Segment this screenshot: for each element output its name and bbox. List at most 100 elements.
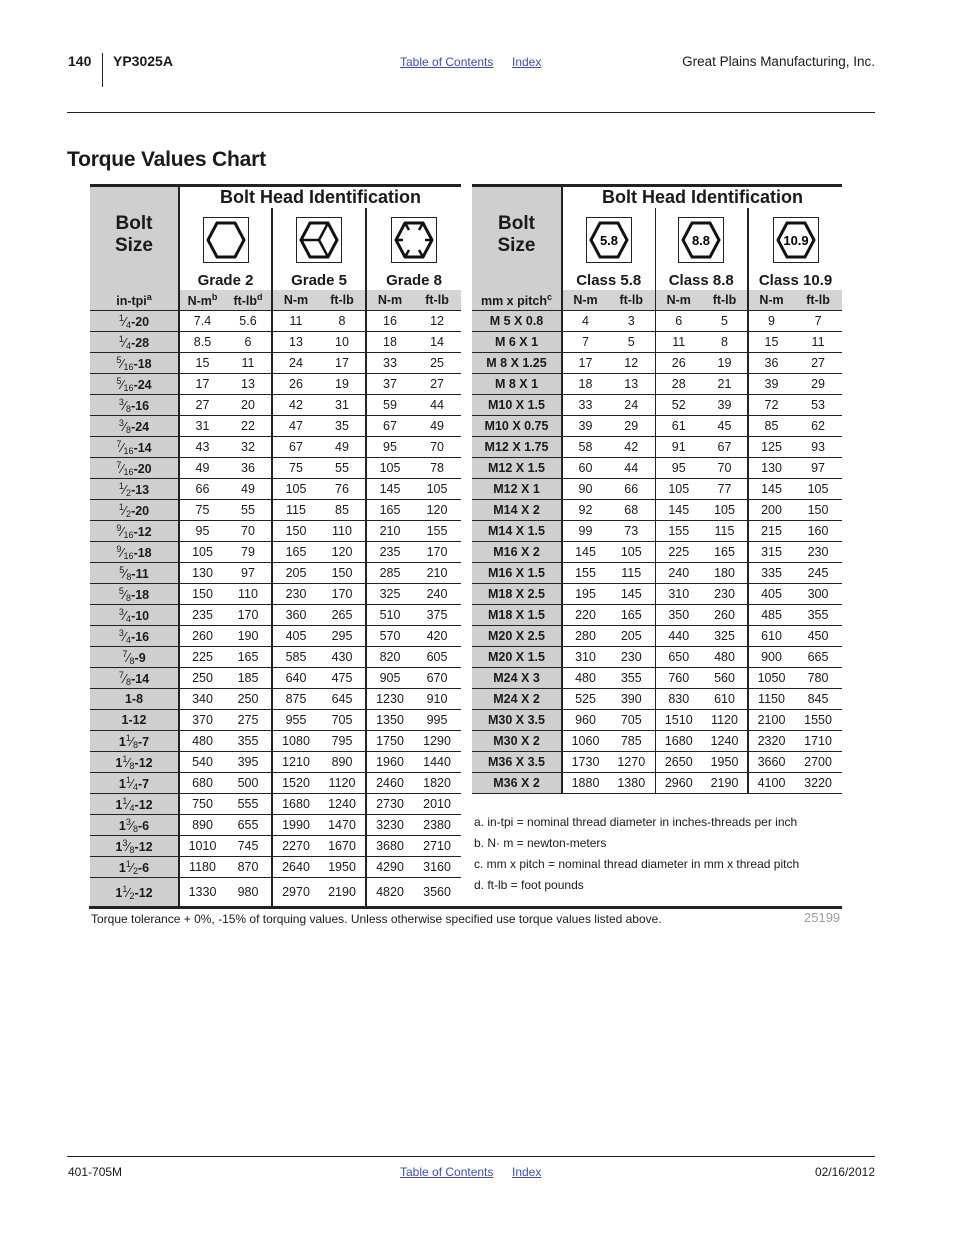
bolt-size-cell: 1⁄2-13 — [90, 478, 180, 500]
torque-value: 510 — [365, 604, 413, 626]
torque-value: 18 — [562, 373, 608, 395]
torque-value: 480 — [179, 730, 225, 752]
table-row: 9⁄16-12 95 70 150 110 210 155 — [90, 520, 462, 542]
torque-value: 2190 — [702, 772, 748, 794]
table-row: M12 X 1.75 58 42 91 67 125 93 — [472, 436, 843, 458]
table-row: 1⁄4-28 8.5 6 13 10 18 14 — [90, 331, 462, 353]
torque-value: 560 — [702, 667, 748, 689]
torque-value: 8 — [319, 310, 366, 332]
torque-value: 890 — [179, 814, 225, 836]
index-link[interactable]: Index — [512, 55, 541, 69]
table-row: M14 X 1.5 99 73 155 115 215 160 — [472, 520, 843, 542]
torque-value: 355 — [608, 667, 655, 689]
bolt-size-cell: 3⁄8-16 — [90, 394, 180, 416]
table-row: 5⁄16-24 17 13 26 19 37 27 — [90, 373, 462, 395]
bolt-label: Bolt — [498, 213, 535, 234]
bolt-size-cell: M24 X 3 — [472, 667, 563, 689]
size-tpi: -28 — [131, 335, 150, 350]
table-row: M24 X 2 525 390 830 610 1150 845 — [472, 688, 843, 710]
torque-value: 205 — [271, 562, 319, 584]
table-row: 3⁄4-16 260 190 405 295 570 420 — [90, 625, 462, 647]
table-row: M12 X 1.5 60 44 95 70 130 97 — [472, 457, 843, 479]
unit-header: ft-lb — [794, 290, 843, 311]
torque-value: 73 — [608, 520, 655, 542]
torque-value: 7 — [794, 310, 843, 332]
bolt-size-cell: M 8 X 1 — [472, 373, 563, 395]
torque-value: 42 — [608, 436, 655, 458]
size-tpi: -8 — [131, 692, 144, 706]
torque-value: 390 — [608, 688, 655, 710]
torque-value: 180 — [702, 562, 748, 584]
torque-value: 185 — [225, 667, 272, 689]
torque-value: 585 — [271, 646, 319, 668]
torque-value: 15 — [179, 352, 225, 374]
torque-value: 2710 — [413, 835, 462, 857]
torque-value: 705 — [319, 709, 366, 731]
torque-value: 45 — [702, 415, 748, 437]
torque-value: 31 — [319, 394, 366, 416]
footer-table-of-contents-link[interactable]: Table of Contents — [400, 1165, 493, 1179]
torque-value: 325 — [365, 583, 413, 605]
torque-value: 200 — [747, 499, 794, 521]
torque-value: 105 — [271, 478, 319, 500]
table-row: M 8 X 1.25 17 12 26 19 36 27 — [472, 352, 843, 374]
torque-value: 66 — [608, 478, 655, 500]
torque-value: 605 — [413, 646, 462, 668]
torque-value: 49 — [179, 457, 225, 479]
torque-value: 61 — [654, 415, 702, 437]
torque-value: 33 — [562, 394, 608, 416]
unit-header: ft-lb — [319, 290, 366, 311]
torque-value: 62 — [794, 415, 843, 437]
bolt-size-cell: 13⁄8-6 — [90, 814, 180, 836]
torque-value: 295 — [319, 625, 366, 647]
table-row: 5⁄16-18 15 11 24 17 33 25 — [90, 352, 462, 374]
footer-index-link[interactable]: Index — [512, 1165, 541, 1179]
size-tpi: -12 — [128, 713, 147, 727]
torque-value: 105 — [654, 478, 702, 500]
size-whole: 1 — [118, 776, 126, 791]
table-row: M16 X 1.5 155 115 240 180 335 245 — [472, 562, 843, 584]
torque-value: 67 — [271, 436, 319, 458]
torque-value: 4 — [562, 310, 608, 332]
size-tpi: -18 — [133, 356, 152, 371]
class-5-8-label: Class 5.8 — [576, 271, 642, 289]
footnote-b: b. N· m = newton-meters — [474, 836, 607, 850]
bolt-size-cell: 5⁄16-18 — [90, 352, 180, 374]
torque-value: 170 — [413, 541, 462, 563]
torque-value: 170 — [225, 604, 272, 626]
torque-value: 85 — [319, 499, 366, 521]
torque-value: 110 — [225, 583, 272, 605]
class-10-9-icon-cell: 10.9 — [746, 208, 843, 270]
torque-value: 285 — [365, 562, 413, 584]
footnote-ref: b — [211, 292, 218, 302]
torque-value: 5 — [702, 310, 748, 332]
torque-value: 955 — [271, 709, 319, 731]
torque-value: 120 — [319, 541, 366, 563]
torque-value: 53 — [794, 394, 843, 416]
torque-value: 75 — [179, 499, 225, 521]
torque-value: 910 — [413, 688, 462, 710]
footnote-a: a. in-tpi = nominal thread diameter in i… — [474, 815, 798, 829]
size-denominator: 16 — [123, 466, 134, 477]
class-mark: 5.8 — [600, 233, 618, 248]
table-of-contents-link[interactable]: Table of Contents — [400, 55, 493, 69]
torque-value: 19 — [702, 352, 748, 374]
size-whole: 1 — [118, 734, 126, 749]
torque-value: 845 — [794, 688, 843, 710]
unit-header: N-m — [562, 290, 608, 311]
bolt-size-cell: M18 X 1.5 — [472, 604, 563, 626]
table-row: 13⁄8-12 1010 745 2270 1670 3680 2710 — [90, 835, 462, 857]
size-tpi: -11 — [131, 566, 149, 581]
torque-value: 745 — [225, 835, 272, 857]
bolt-size-cell: 7⁄8-14 — [90, 667, 180, 689]
bolt-size-cell: 7⁄16-20 — [90, 457, 180, 479]
torque-value: 1950 — [319, 856, 366, 878]
table-row: 3⁄4-10 235 170 360 265 510 375 — [90, 604, 462, 626]
size-denominator: 16 — [123, 550, 134, 561]
torque-value: 2700 — [794, 751, 843, 773]
bolt-size-cell: M36 X 3.5 — [472, 751, 563, 773]
table-row: 5⁄8-11 130 97 205 150 285 210 — [90, 562, 462, 584]
table-row: M36 X 2 1880 1380 2960 2190 4100 3220 — [472, 772, 843, 794]
grade-2-label: Grade 2 — [197, 271, 254, 289]
table-row: 11⁄2-12 1330 980 2970 2190 4820 3560 — [90, 877, 462, 907]
